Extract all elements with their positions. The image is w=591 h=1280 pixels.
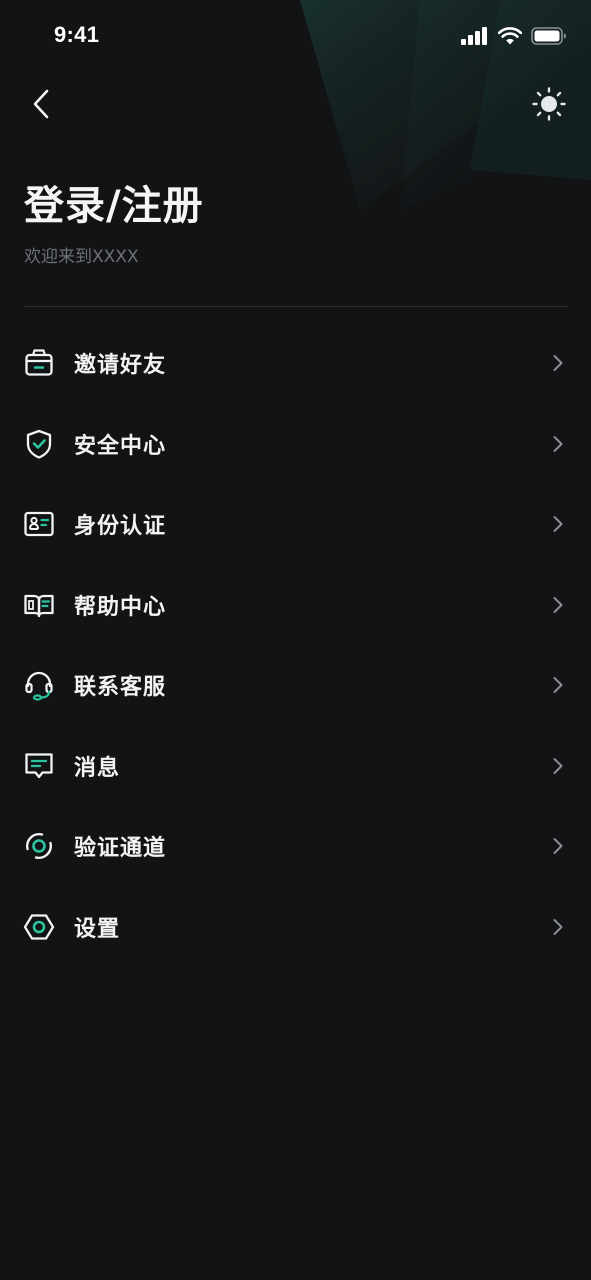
menu-item-invite-friends[interactable]: 邀请好友 bbox=[0, 323, 591, 404]
gift-box-icon bbox=[22, 346, 56, 380]
route-ring-icon bbox=[22, 829, 56, 863]
chevron-right-icon bbox=[549, 354, 567, 372]
open-book-icon bbox=[22, 588, 56, 622]
header-divider bbox=[24, 306, 568, 307]
back-button[interactable] bbox=[22, 84, 62, 124]
screen: 9:41 登录/注册 欢迎来到XXXX 邀请好友 安全中心 身份认证 帮助中心 … bbox=[0, 0, 591, 1280]
chevron-left-icon bbox=[32, 89, 52, 119]
sun-icon bbox=[532, 87, 566, 121]
chevron-right-icon bbox=[549, 837, 567, 855]
hexagon-settings-icon bbox=[22, 910, 56, 944]
status-time: 9:41 bbox=[54, 22, 100, 47]
cellular-signal-icon bbox=[461, 27, 489, 45]
headset-icon bbox=[22, 668, 56, 702]
menu-item-label: 验证通道 bbox=[74, 836, 167, 862]
menu-item-label: 设置 bbox=[74, 916, 121, 942]
shield-check-icon bbox=[22, 427, 56, 461]
menu-item-identity-verification[interactable]: 身份认证 bbox=[0, 484, 591, 565]
chevron-right-icon bbox=[549, 676, 567, 694]
chevron-right-icon bbox=[549, 515, 567, 533]
menu-item-label: 邀请好友 bbox=[74, 353, 167, 379]
menu-item-label: 消息 bbox=[74, 755, 121, 781]
menu-list: 邀请好友 安全中心 身份认证 帮助中心 联系客服 消息 验证通道 设置 bbox=[0, 323, 591, 967]
battery-icon bbox=[531, 27, 567, 45]
menu-item-label: 身份认证 bbox=[74, 514, 167, 540]
menu-item-label: 帮助中心 bbox=[74, 594, 167, 620]
menu-item-settings[interactable]: 设置 bbox=[0, 887, 591, 968]
menu-item-label: 联系客服 bbox=[74, 675, 167, 701]
theme-toggle-button[interactable] bbox=[529, 84, 569, 124]
id-card-icon bbox=[22, 507, 56, 541]
chevron-right-icon bbox=[549, 757, 567, 775]
menu-item-security-center[interactable]: 安全中心 bbox=[0, 404, 591, 485]
chevron-right-icon bbox=[549, 918, 567, 936]
menu-item-messages[interactable]: 消息 bbox=[0, 726, 591, 807]
menu-item-help-center[interactable]: 帮助中心 bbox=[0, 565, 591, 646]
menu-item-contact-support[interactable]: 联系客服 bbox=[0, 645, 591, 726]
login-register-title[interactable]: 登录/注册 bbox=[24, 178, 204, 234]
menu-item-verification-channel[interactable]: 验证通道 bbox=[0, 806, 591, 887]
chevron-right-icon bbox=[549, 596, 567, 614]
menu-item-label: 安全中心 bbox=[74, 433, 167, 459]
message-icon bbox=[22, 749, 56, 783]
welcome-subtitle: 欢迎来到XXXX bbox=[24, 247, 139, 267]
chevron-right-icon bbox=[549, 435, 567, 453]
status-bar: 9:41 bbox=[0, 0, 591, 72]
status-icons bbox=[461, 24, 567, 48]
wifi-icon bbox=[498, 27, 522, 45]
